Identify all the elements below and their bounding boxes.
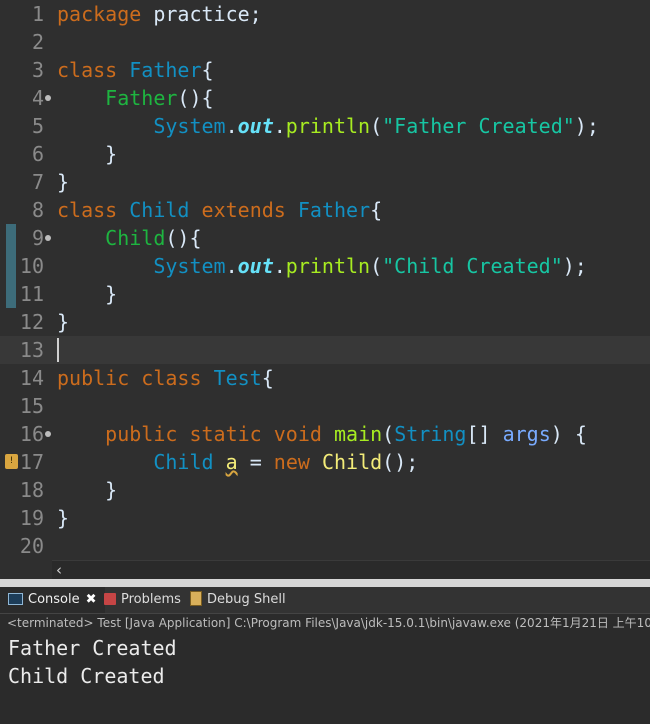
code-line[interactable]: 9 Child(){	[0, 224, 650, 252]
line-number: 5	[31, 114, 44, 138]
code-text: }	[105, 478, 118, 502]
code-text: class Father{	[57, 58, 214, 82]
fold-marker-icon[interactable]	[45, 431, 51, 437]
output-line: Child Created	[8, 664, 165, 688]
current-code-line[interactable]: 13	[0, 336, 650, 364]
line-number: 20	[19, 534, 44, 558]
line-number: 14	[19, 366, 44, 390]
line-number: 12	[19, 310, 44, 334]
problems-icon	[104, 592, 116, 605]
code-text: Child(){	[105, 226, 202, 250]
tab-problems[interactable]: Problems	[104, 587, 181, 613]
tab-console[interactable]: Console ✖	[0, 587, 105, 613]
code-line[interactable]: 15	[0, 392, 650, 420]
code-line[interactable]: 1 package practice;	[0, 0, 650, 28]
line-number: 2	[31, 30, 44, 54]
fold-marker-icon[interactable]	[45, 95, 51, 101]
tab-label: Console	[28, 592, 80, 607]
code-text: public class Test{	[57, 366, 274, 390]
scroll-left-icon[interactable]: ‹	[56, 561, 62, 579]
code-text: class Child extends Father{	[57, 198, 383, 222]
line-number: 16	[19, 422, 44, 446]
output-line: Father Created	[8, 636, 177, 660]
code-text: }	[57, 506, 70, 530]
console-icon	[8, 592, 23, 605]
close-icon[interactable]: ✖	[86, 587, 97, 613]
code-line[interactable]: 18 }	[0, 476, 650, 504]
code-line[interactable]: 5 System.out.println("Father Created");	[0, 112, 650, 140]
line-number: 8	[31, 198, 44, 222]
tab-label: Debug Shell	[207, 592, 286, 607]
code-text: package practice;	[57, 2, 262, 26]
code-line[interactable]: 19 }	[0, 504, 650, 532]
line-number: 18	[19, 478, 44, 502]
code-text: }	[57, 310, 70, 334]
code-text: }	[105, 142, 118, 166]
console-status: <terminated> Test [Java Application] C:\…	[0, 614, 650, 632]
line-number: 19	[19, 506, 44, 530]
line-number: 10	[19, 254, 44, 278]
line-number: 13	[19, 338, 44, 362]
code-line[interactable]: 20	[0, 532, 650, 560]
line-number: 9	[31, 226, 44, 250]
debug-shell-icon	[190, 591, 202, 606]
console-tab-bar: Console ✖ Problems Debug Shell	[0, 587, 650, 614]
code-line[interactable]: 3 class Father{	[0, 56, 650, 84]
line-number: 17	[19, 450, 44, 474]
code-line[interactable]: 14 public class Test{	[0, 364, 650, 392]
code-line[interactable]: 11 }	[0, 280, 650, 308]
line-number: 7	[31, 170, 44, 194]
code-text: }	[57, 170, 70, 194]
line-number: 3	[31, 58, 44, 82]
line-number: 6	[31, 142, 44, 166]
code-text: System.out.println("Child Created");	[153, 254, 587, 278]
console-output[interactable]: Father Created Child Created	[0, 632, 650, 724]
line-number: 4	[31, 86, 44, 110]
view-divider[interactable]	[0, 579, 650, 587]
code-line[interactable]: 10 System.out.println("Child Created");	[0, 252, 650, 280]
code-line[interactable]: ! 17 Child a = new Child();	[0, 448, 650, 476]
tab-label: Problems	[121, 592, 181, 607]
code-line[interactable]: 12 }	[0, 308, 650, 336]
code-line[interactable]: 7 }	[0, 168, 650, 196]
code-text: }	[105, 282, 118, 306]
code-editor[interactable]: 1 package practice; 2 3 class Father{ 4 …	[0, 0, 650, 560]
code-text: Child a = new Child();	[153, 450, 419, 474]
line-number: 1	[31, 2, 44, 26]
code-text: public static void main(String[] args) {	[105, 422, 587, 446]
code-line[interactable]: 4 Father(){	[0, 84, 650, 112]
line-number: 15	[19, 394, 44, 418]
code-line[interactable]: 8 class Child extends Father{	[0, 196, 650, 224]
code-text: System.out.println("Father Created");	[153, 114, 599, 138]
fold-marker-icon[interactable]	[45, 235, 51, 241]
code-line[interactable]: 16 public static void main(String[] args…	[0, 420, 650, 448]
tab-debug-shell[interactable]: Debug Shell	[190, 587, 286, 613]
code-text: Father(){	[105, 86, 214, 110]
text-caret	[57, 338, 59, 362]
code-line[interactable]: 6 }	[0, 140, 650, 168]
code-line[interactable]: 2	[0, 28, 650, 56]
line-number: 11	[19, 282, 44, 306]
horizontal-scrollbar[interactable]: ‹	[52, 560, 650, 579]
